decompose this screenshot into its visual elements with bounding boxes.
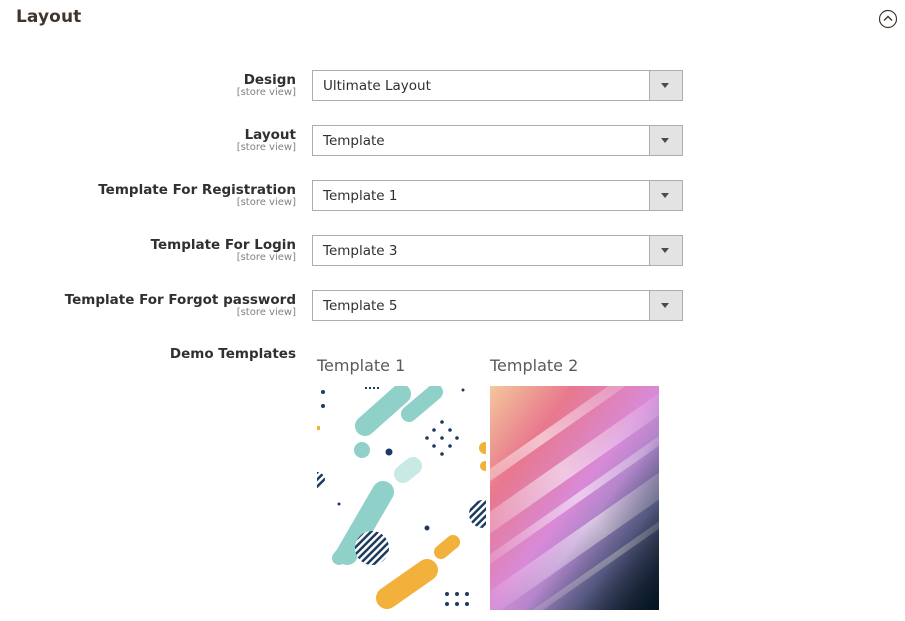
select-value: Template 5 — [323, 298, 398, 314]
dropdown-button[interactable] — [649, 236, 682, 265]
field-row-forgot-password: Template For Forgot password [store view… — [0, 290, 905, 324]
template-2-title: Template 2 — [490, 356, 579, 375]
caret-down-icon — [661, 138, 669, 143]
dropdown-button[interactable] — [649, 126, 682, 155]
select-value: Template 1 — [323, 188, 398, 204]
field-scope: [store view] — [236, 142, 296, 153]
design-select[interactable]: Ultimate Layout — [312, 70, 683, 101]
geometric-pattern-image — [317, 386, 486, 610]
select-value: Template 3 — [323, 243, 398, 259]
registration-template-select[interactable]: Template 1 — [312, 180, 683, 211]
collapse-button[interactable] — [878, 9, 898, 29]
select-value: Template — [323, 133, 385, 149]
field-scope: [store view] — [236, 87, 296, 98]
demo-templates-label: Demo Templates — [169, 346, 296, 362]
dropdown-button[interactable] — [649, 71, 682, 100]
field-row-layout: Layout [store view] Template — [0, 125, 905, 159]
template-1-preview[interactable] — [317, 386, 486, 610]
layout-select[interactable]: Template — [312, 125, 683, 156]
template-2-preview[interactable] — [490, 386, 659, 610]
section-title: Layout — [16, 7, 82, 27]
field-label-group: Template For Registration [store view] — [0, 180, 296, 208]
forgot-password-template-select[interactable]: Template 5 — [312, 290, 683, 321]
caret-down-icon — [661, 83, 669, 88]
caret-down-icon — [661, 193, 669, 198]
dropdown-button[interactable] — [649, 291, 682, 320]
field-row-login: Template For Login [store view] Template… — [0, 235, 905, 269]
field-scope: [store view] — [236, 252, 296, 263]
field-label-group: Design [store view] — [0, 70, 296, 98]
dropdown-button[interactable] — [649, 181, 682, 210]
field-label-group: Template For Forgot password [store view… — [0, 290, 296, 318]
field-row-design: Design [store view] Ultimate Layout — [0, 70, 905, 104]
field-label-group: Template For Login [store view] — [0, 235, 296, 263]
login-template-select[interactable]: Template 3 — [312, 235, 683, 266]
field-scope: [store view] — [236, 197, 296, 208]
select-value: Ultimate Layout — [323, 78, 431, 94]
abstract-light-image — [490, 386, 659, 610]
caret-down-icon — [661, 248, 669, 253]
field-scope: [store view] — [236, 307, 296, 318]
chevron-up-circle-icon — [878, 9, 898, 29]
template-1-title: Template 1 — [317, 356, 406, 375]
field-row-registration: Template For Registration [store view] T… — [0, 180, 905, 214]
caret-down-icon — [661, 303, 669, 308]
field-label-group: Layout [store view] — [0, 125, 296, 153]
